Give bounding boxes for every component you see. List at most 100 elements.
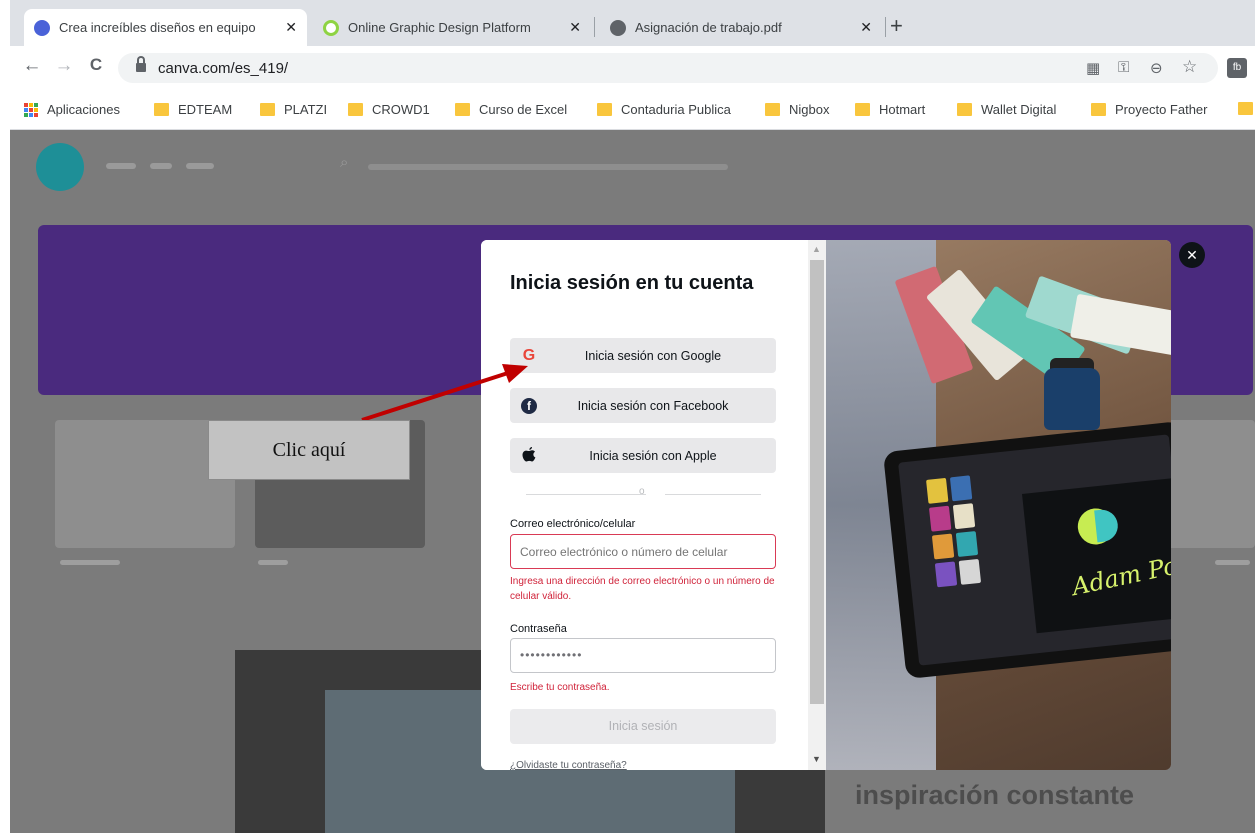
facebook-login-label: Inicia sesión con Facebook [577, 398, 729, 413]
address-bar[interactable]: canva.com/es_419/ ▦ ⚿ ⊖ ☆ [118, 53, 1218, 83]
folder-icon [597, 103, 612, 116]
thumbnail-label-blurred [1215, 560, 1250, 565]
annotation-callout-text: Clic aquí [272, 439, 346, 461]
login-submit-button[interactable]: Inicia sesión [510, 709, 776, 744]
divider-or: o [639, 486, 645, 497]
bookmark-nigbox[interactable]: Nigbox [765, 102, 829, 117]
bookmark-label: Aplicaciones [47, 102, 120, 117]
bookmark-curso-excel[interactable]: Curso de Excel [455, 102, 567, 117]
tab-close-icon[interactable]: ✕ [285, 19, 297, 36]
document-margin [0, 0, 10, 833]
search-icon: ⌕ [340, 154, 349, 171]
nav-link-blurred [106, 163, 136, 169]
bookmark-label: Nigbox [789, 102, 830, 117]
apple-login-label: Inicia sesión con Apple [589, 448, 717, 463]
bookmark-label: Wallet Digital [981, 102, 1057, 117]
bookmark-label: PLATZI [284, 102, 328, 117]
tab-strip: Crea increíbles diseños en equipo ✕ Onli… [10, 0, 1255, 46]
login-modal: Inicia sesión en tu cuenta G Inicia sesi… [481, 240, 1171, 770]
reload-icon[interactable]: C [84, 55, 108, 75]
folder-icon [957, 103, 972, 116]
scroll-up-arrow-icon[interactable]: ▲ [812, 244, 821, 254]
promo-photo: Adam Powell [826, 240, 1171, 770]
login-title: Inicia sesión en tu cuenta [510, 272, 754, 294]
tab-canva-login[interactable]: Crea increíbles diseños en equipo ✕ [24, 9, 307, 46]
login-form-pane: Inicia sesión en tu cuenta G Inicia sesi… [481, 240, 826, 770]
google-login-button[interactable]: G Inicia sesión con Google [510, 338, 776, 373]
canva-logo [36, 143, 84, 191]
folder-icon [855, 103, 870, 116]
lock-icon [136, 56, 146, 73]
apps-grid-icon [24, 102, 38, 117]
bookmark-contaduria[interactable]: Contaduria Publica [597, 102, 731, 117]
password-field[interactable]: •••••••••••• [510, 638, 776, 673]
folder-icon [765, 103, 780, 116]
password-error: Escribe tu contraseña. [510, 682, 610, 693]
tab-asignacion-pdf[interactable]: Asignación de trabajo.pdf ✕ [600, 9, 882, 46]
folder-icon [455, 103, 470, 116]
facebook-login-button[interactable]: f Inicia sesión con Facebook [510, 388, 776, 423]
thumbnail-label-blurred [258, 560, 288, 565]
divider-line [665, 494, 761, 495]
page-search-bar: ⌕ [340, 154, 760, 180]
folder-icon [260, 103, 275, 116]
tab-title: Crea increíbles diseños en equipo [59, 20, 256, 35]
apple-login-button[interactable]: Inicia sesión con Apple [510, 438, 776, 473]
bookmark-platzi[interactable]: PLATZI [260, 102, 327, 117]
forgot-password-link[interactable]: ¿Olvidaste tu contraseña? [510, 760, 627, 770]
folder-icon [1238, 102, 1253, 115]
password-label: Contraseña [510, 623, 567, 635]
search-placeholder-blurred [368, 164, 728, 170]
folder-icon [1091, 103, 1106, 116]
email-error: Ingresa una dirección de correo electrón… [510, 576, 775, 602]
photo-signature: Adam Powell [1069, 541, 1171, 602]
bookmark-hotmart[interactable]: Hotmart [855, 102, 925, 117]
back-arrow-icon[interactable]: ← [20, 55, 44, 77]
scrollbar-thumb[interactable] [810, 260, 824, 704]
folder-icon [348, 103, 363, 116]
bookmark-label: Curso de Excel [479, 102, 568, 117]
bookmark-proyecto-father[interactable]: Proyecto Father [1091, 102, 1208, 117]
folder-icon [154, 103, 169, 116]
tab-title: Asignación de trabajo.pdf [635, 20, 782, 35]
nav-link-blurred [186, 163, 214, 169]
design-platform-favicon-icon [323, 19, 339, 36]
modal-scrollbar[interactable]: ▲ ▼ [808, 240, 826, 770]
bookmark-label: Contaduria Publica [621, 102, 731, 117]
url-text[interactable]: canva.com/es_419/ [158, 60, 288, 77]
facebook-icon: f [519, 396, 539, 416]
bookmark-overflow[interactable] [1238, 102, 1255, 115]
close-icon[interactable]: ✕ [1179, 242, 1205, 268]
google-icon: G [522, 347, 536, 364]
email-field[interactable] [510, 534, 776, 569]
key-icon[interactable]: ⚿ [1118, 59, 1129, 76]
bookmark-wallet-digital[interactable]: Wallet Digital [957, 102, 1056, 117]
tab-close-icon[interactable]: ✕ [860, 19, 872, 36]
tab-separator [885, 17, 886, 37]
annotation-callout: Clic aquí [208, 420, 410, 480]
tab-online-graphic-design[interactable]: Online Graphic Design Platform ✕ [313, 9, 591, 46]
new-tab-button[interactable]: + [890, 13, 903, 39]
bookmark-crowd1[interactable]: CROWD1 [348, 102, 430, 117]
star-bookmark-icon[interactable]: ☆ [1182, 57, 1197, 77]
bookmark-aplicaciones[interactable]: Aplicaciones [24, 102, 120, 117]
apple-icon [519, 446, 539, 466]
bookmark-label: Proyecto Father [1115, 102, 1208, 117]
browser-chrome: Crea increíbles diseños en equipo ✕ Onli… [10, 0, 1255, 130]
tab-separator [594, 17, 595, 37]
bookmark-label: EDTEAM [178, 102, 233, 117]
bookmark-edteam[interactable]: EDTEAM [154, 102, 232, 117]
browser-toolbar: ← → C canva.com/es_419/ ▦ ⚿ ⊖ ☆ fb [10, 46, 1255, 90]
bookmarks-bar: Aplicaciones EDTEAM PLATZI CROWD1 Curso … [10, 90, 1255, 130]
tab-title: Online Graphic Design Platform [348, 20, 531, 35]
bookmark-label: CROWD1 [372, 102, 430, 117]
scroll-down-arrow-icon[interactable]: ▼ [812, 754, 821, 764]
nav-link-blurred [150, 163, 172, 169]
tab-close-icon[interactable]: ✕ [569, 19, 581, 36]
qr-code-icon[interactable]: ▦ [1086, 59, 1100, 77]
zoom-out-icon[interactable]: ⊖ [1150, 59, 1163, 77]
canva-favicon-icon [34, 19, 50, 36]
bookmark-label: Hotmart [879, 102, 926, 117]
forward-arrow-icon[interactable]: → [52, 55, 76, 77]
extension-icon[interactable]: fb [1227, 58, 1247, 78]
